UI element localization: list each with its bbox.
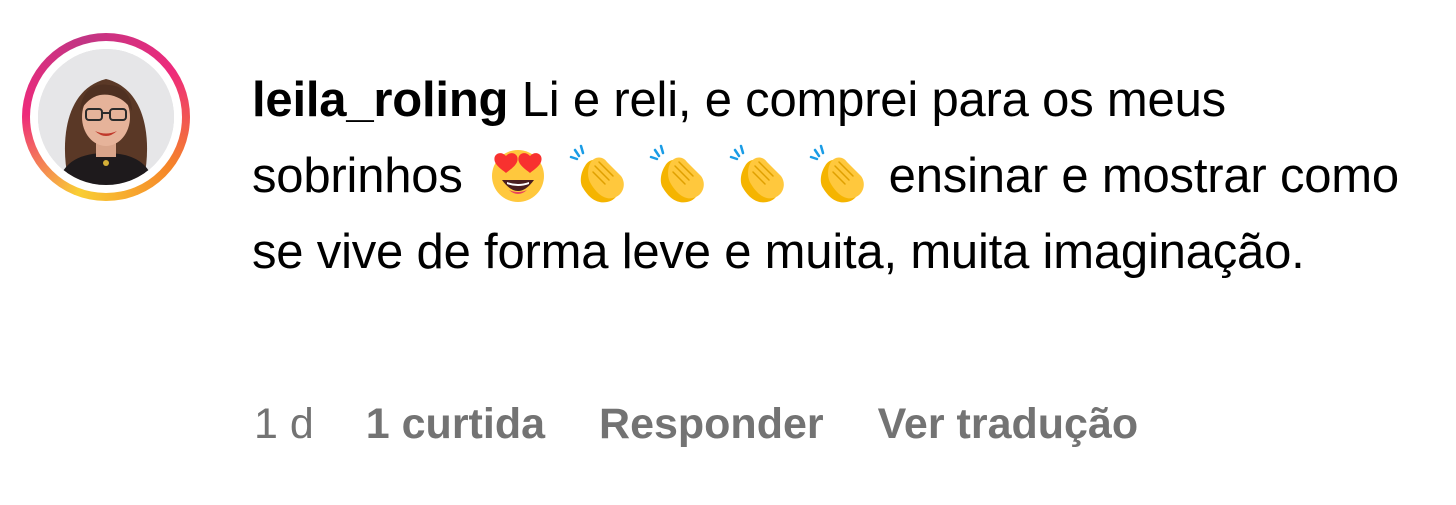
comment-timestamp: 1 d [254, 400, 314, 448]
story-ring[interactable] [22, 33, 190, 201]
see-translation-button[interactable]: Ver tradução [878, 400, 1139, 449]
clapping-hands-emoji-icon [809, 144, 867, 204]
clapping-hands-emoji-icon [649, 144, 707, 204]
comment-username[interactable]: leila_roling [252, 73, 508, 127]
comment-meta: 1 d 1 curtida Responder Ver tradução [254, 400, 1138, 449]
clapping-hands-emoji-icon [729, 144, 787, 204]
reply-button[interactable]: Responder [599, 400, 824, 449]
likes-count-link[interactable]: 1 curtida [366, 400, 545, 449]
clapping-hands-emoji-icon [569, 144, 627, 204]
heart-eyes-emoji-icon [489, 144, 547, 204]
avatar[interactable] [38, 49, 174, 185]
avatar-photo [38, 49, 174, 185]
comment: leila_roling Li e reli, e comprei para o… [0, 0, 1456, 505]
comment-body: leila_roling Li e reli, e comprei para o… [252, 62, 1422, 290]
